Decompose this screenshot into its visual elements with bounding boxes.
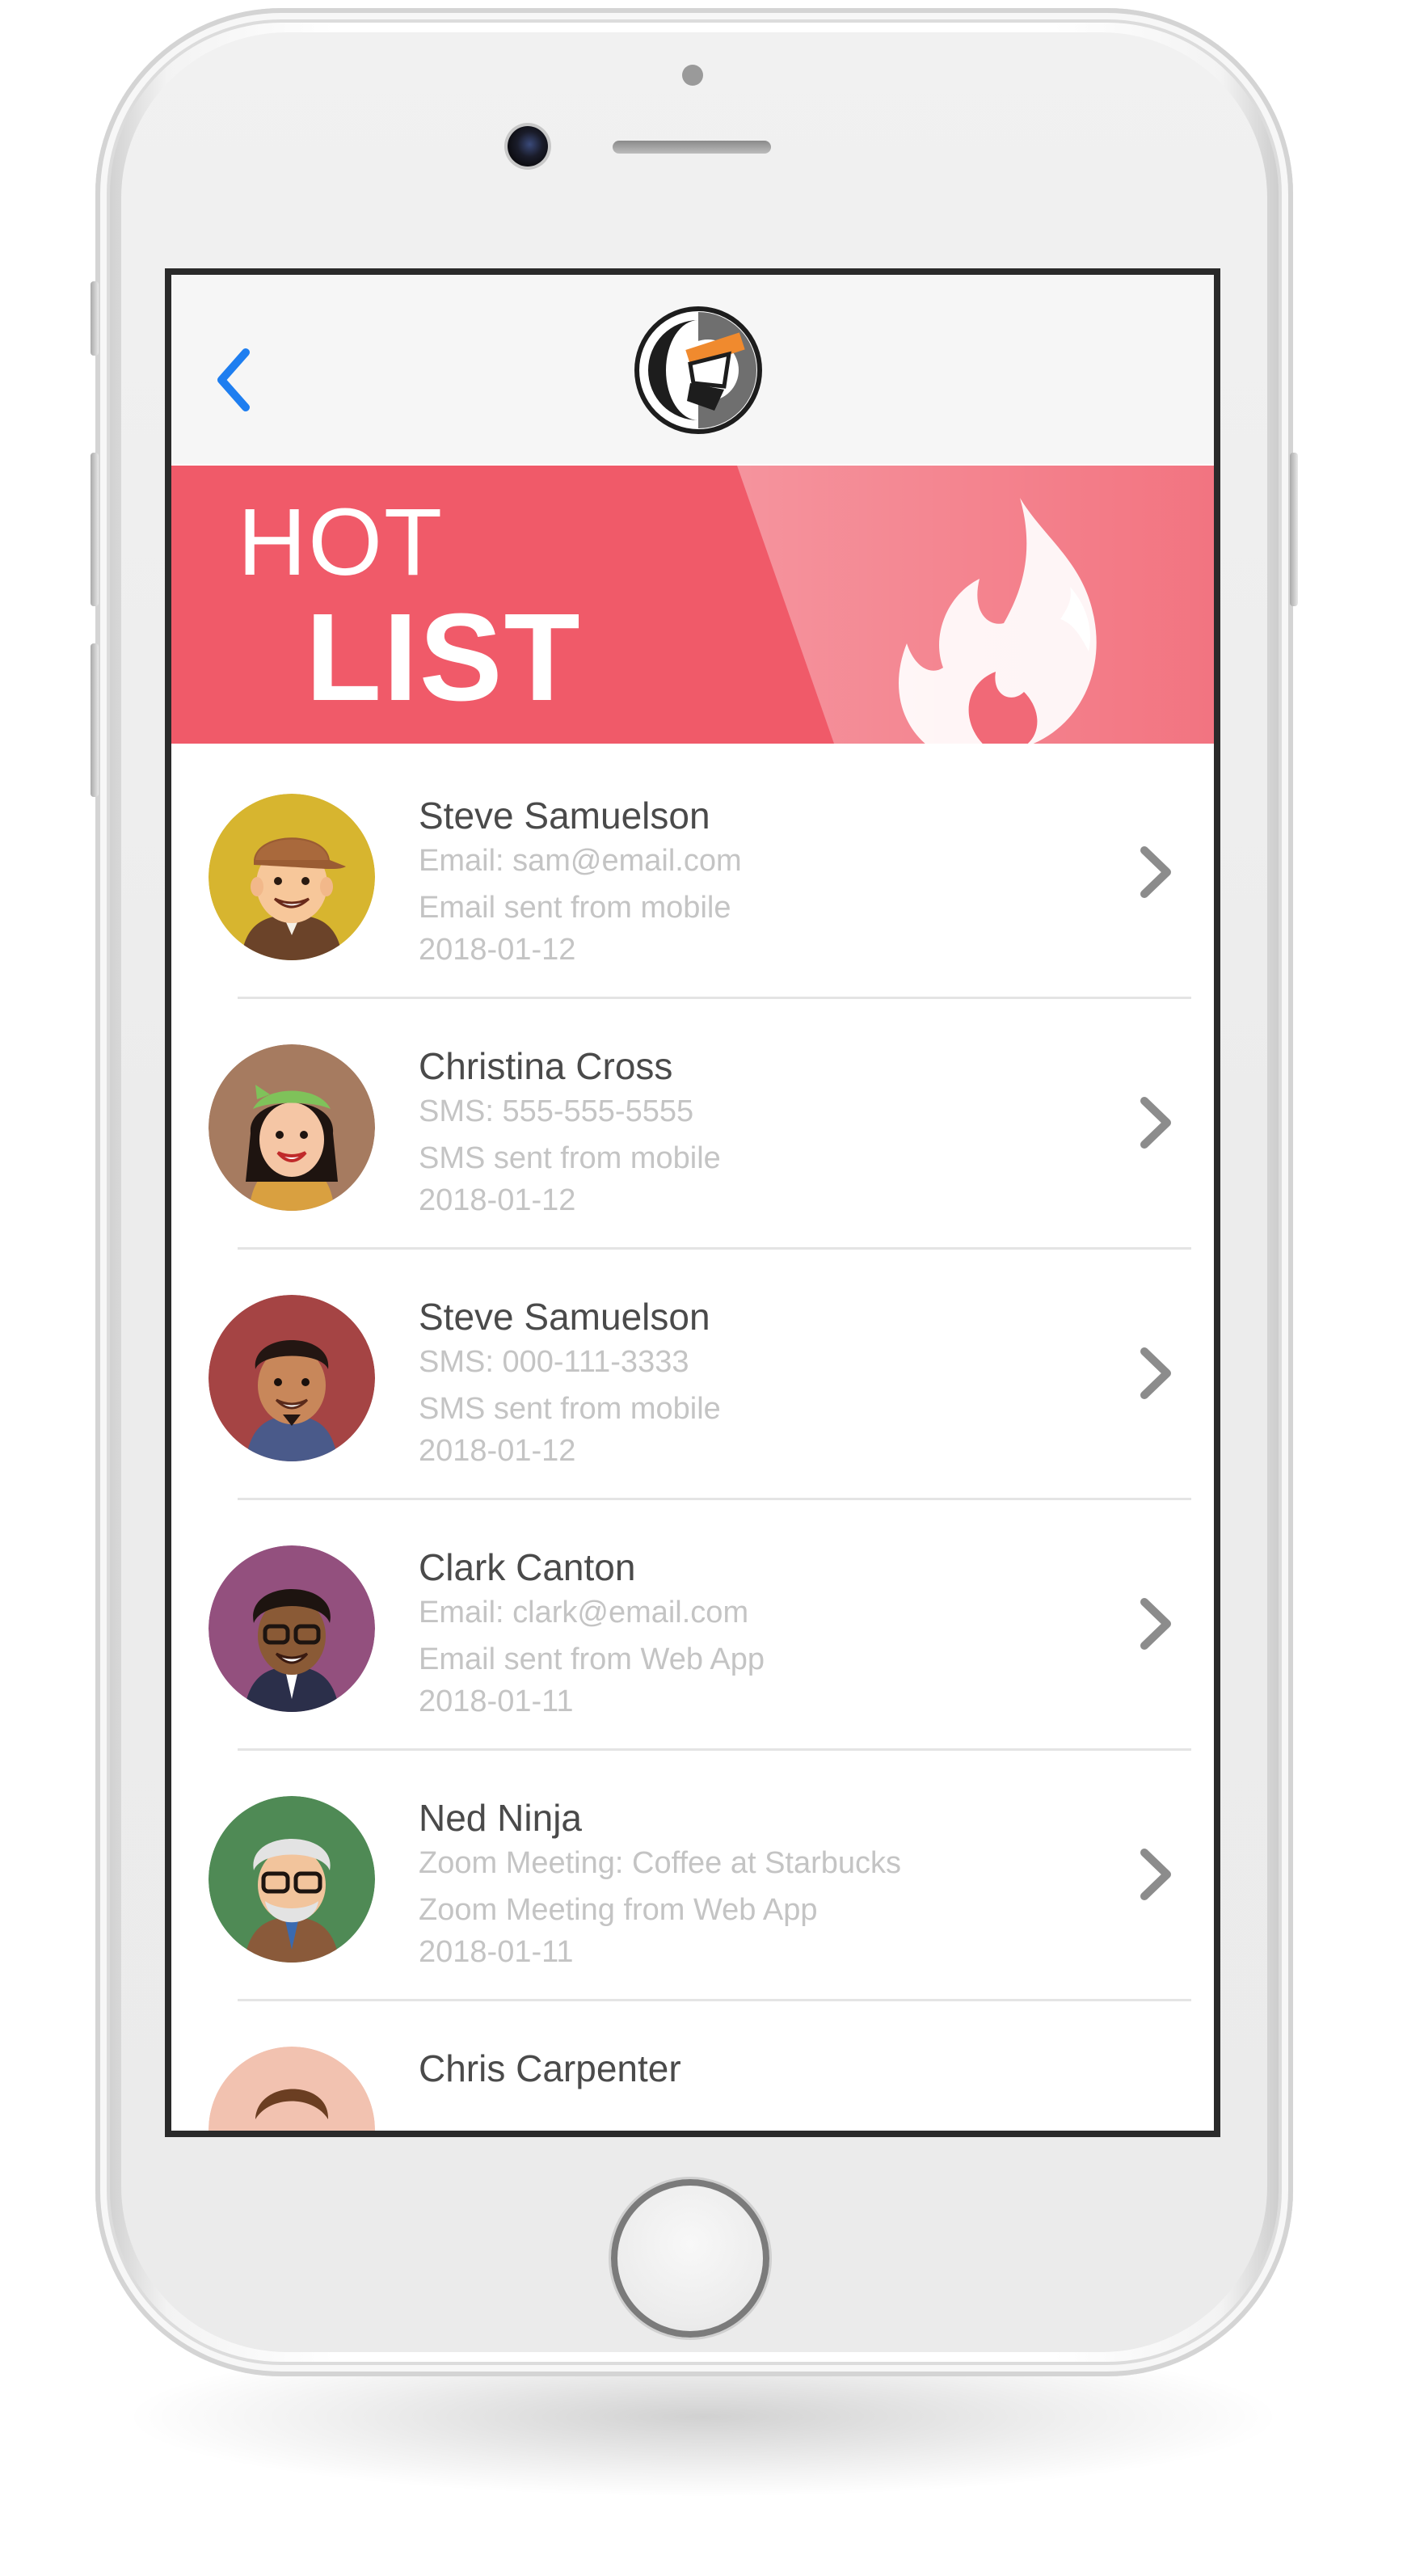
contact-activity: SMS sent from mobile <box>419 1141 721 1175</box>
avatar <box>209 1545 375 1712</box>
chevron-right-icon <box>1140 1598 1171 1650</box>
chevron-right-icon <box>1140 846 1171 898</box>
contact-name: Clark Canton <box>419 1546 636 1588</box>
list-item[interactable]: Ned Ninja Zoom Meeting: Coffee at Starbu… <box>171 1746 1214 2001</box>
contact-name: Steve Samuelson <box>419 795 710 837</box>
avatar <box>209 1044 375 1211</box>
app-screen: HOT LIST Steve Samuelson Email: sam@emai… <box>165 268 1220 2137</box>
contact-name: Steve Samuelson <box>419 1296 710 1338</box>
power-button <box>1290 453 1298 606</box>
contact-date: 2018-01-12 <box>419 1434 576 1468</box>
volume-down-button <box>91 643 99 797</box>
contact-method: SMS: 555-555-5555 <box>419 1094 694 1128</box>
contact-method: Email: sam@email.com <box>419 844 742 878</box>
app-logo <box>634 306 763 435</box>
flame-icon <box>899 498 1097 744</box>
contact-date: 2018-01-11 <box>419 1684 574 1718</box>
contact-date: 2018-01-12 <box>419 1183 576 1217</box>
back-button[interactable] <box>213 348 254 412</box>
banner-title-list: LIST <box>305 588 582 727</box>
chevron-left-icon <box>217 348 250 411</box>
list-item[interactable]: Christina Cross SMS: 555-555-5555 SMS se… <box>171 994 1214 1250</box>
avatar <box>209 2047 375 2131</box>
contact-activity: Zoom Meeting from Web App <box>419 1893 818 1927</box>
avatar <box>209 1796 375 1963</box>
banner-title-hot: HOT <box>238 489 444 596</box>
contact-name: Ned Ninja <box>419 1797 582 1839</box>
contact-name: Christina Cross <box>419 1045 673 1087</box>
contact-method: Zoom Meeting: Coffee at Starbucks <box>419 1846 902 1880</box>
volume-up-button <box>91 453 99 606</box>
chevron-right-icon <box>1140 1849 1171 1900</box>
avatar <box>209 1295 375 1461</box>
proximity-sensor <box>682 65 703 86</box>
home-button[interactable] <box>611 2179 769 2338</box>
list-item[interactable]: Clark Canton Email: clark@email.com Emai… <box>171 1495 1214 1751</box>
earpiece-speaker <box>613 141 771 154</box>
contact-date: 2018-01-11 <box>419 1935 574 1969</box>
list-item[interactable]: Steve Samuelson SMS: 000-111-3333 SMS se… <box>171 1245 1214 1500</box>
chevron-right-icon <box>1140 1097 1171 1149</box>
contact-name: Chris Carpenter <box>419 2047 681 2089</box>
hot-list-banner: HOT LIST <box>171 466 1214 744</box>
contact-activity: Email sent from mobile <box>419 891 731 925</box>
front-camera <box>508 126 548 167</box>
contact-activity: Email sent from Web App <box>419 1642 765 1676</box>
contact-method: Email: clark@email.com <box>419 1596 749 1629</box>
avatar <box>209 794 375 960</box>
list-item[interactable]: Chris Carpenter <box>171 1996 1214 2131</box>
device-mockup: HOT LIST Steve Samuelson Email: sam@emai… <box>0 0 1403 2576</box>
contact-activity: SMS sent from mobile <box>419 1392 721 1426</box>
mute-switch <box>91 281 99 356</box>
nav-bar <box>171 275 1214 464</box>
contact-method: SMS: 000-111-3333 <box>419 1345 689 1379</box>
contact-date: 2018-01-12 <box>419 933 576 967</box>
chevron-right-icon <box>1140 1347 1171 1399</box>
list-item[interactable]: Steve Samuelson Email: sam@email.com Ema… <box>171 744 1214 999</box>
